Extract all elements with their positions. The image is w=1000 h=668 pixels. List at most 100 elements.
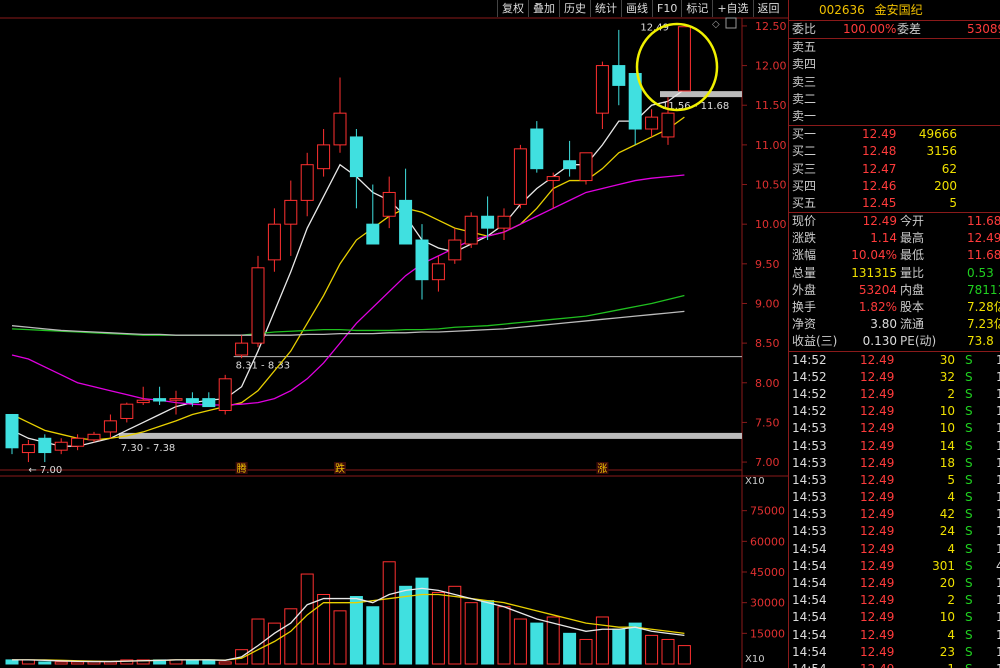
tick-count: 1 — [996, 627, 1000, 644]
volume-bar — [333, 610, 347, 665]
candle-body — [54, 441, 68, 451]
sell-level-row: 卖一 — [789, 108, 1000, 125]
tick-side: S — [965, 627, 973, 642]
candle-body — [71, 437, 85, 447]
tick-list[interactable]: 14:5212.4930S114:5212.4932S114:5212.492S… — [789, 350, 1000, 668]
buy-level-volume: 49666 — [918, 127, 957, 142]
tick-count: 1 — [996, 386, 1000, 403]
buy-level-volume: 3156 — [926, 144, 957, 159]
quote-label-2: 内盘 — [900, 282, 925, 297]
quote-value: 1.82% — [858, 300, 897, 314]
quote-value: 131315 — [851, 265, 897, 280]
tick-price: 12.49 — [860, 661, 894, 668]
tick-volume: 2 — [947, 386, 955, 401]
tick-side: S — [965, 472, 973, 487]
tick-row: 14:53 12.49 5S 1 — [789, 472, 1000, 489]
tick-count: 1 — [996, 523, 1000, 540]
tick-price: 12.49 — [860, 490, 895, 505]
buy-level-price: 12.48 — [862, 144, 897, 159]
quote-value-2: 73.8 — [967, 334, 994, 349]
volume-bar — [513, 618, 527, 665]
toolbar-button-4[interactable]: 画线 — [621, 0, 652, 17]
tick-time: 14:54 — [792, 661, 827, 668]
quote-label-2: 流通 — [900, 317, 925, 332]
tick-volume: 14 — [939, 438, 955, 453]
tick-price: 12.49 — [860, 455, 895, 470]
quote-value-2: 11.68 — [967, 214, 1000, 229]
buy-level-label: 买三 — [792, 161, 817, 176]
quote-stats: 现价 12.49 今开 11.68 涨跌 1.14 最高 12.49 涨幅 10.04% 最低 11.… — [789, 212, 1000, 351]
volume-bar — [497, 606, 511, 665]
volume-bar — [645, 634, 659, 665]
quote-label: 外盘 — [792, 282, 817, 297]
tick-count: 1 — [996, 352, 1000, 369]
sell-level-label: 卖三 — [792, 74, 817, 89]
buy-level-row: 买一 12.49 49666 — [789, 126, 1000, 143]
tick-side: S — [965, 352, 973, 367]
tick-time: 14:53 — [792, 507, 827, 522]
tick-time: 14:53 — [792, 455, 827, 470]
volume-bar — [103, 661, 117, 665]
kline-chart[interactable]: 7.30 - 7.388.31 - 8.3311.56 - 11.68 12.5… — [0, 0, 788, 668]
candle-body — [333, 112, 347, 146]
quote-label: 收益(三) — [792, 334, 838, 349]
quote-row: 净资 3.80流通 7.23亿 — [789, 316, 1000, 333]
volume-unit-label: X10 — [745, 476, 765, 487]
tick-time: 14:54 — [792, 541, 827, 556]
buy-level-label: 买二 — [792, 144, 817, 159]
quote-value-2: 78111 — [967, 282, 1000, 297]
tick-volume: 4 — [947, 627, 955, 642]
quote-value: 3.80 — [870, 317, 897, 332]
candle-body — [382, 191, 396, 217]
volume-bar — [38, 661, 52, 665]
candle-body — [431, 263, 445, 281]
quote-label: 总量 — [792, 265, 817, 280]
toolbar-button-8[interactable]: 返回 — [752, 0, 784, 17]
price-tick-label: 7.50 — [755, 416, 780, 429]
weibi-label: 委比 — [792, 22, 817, 36]
toolbar-button-6[interactable]: 标记 — [681, 0, 713, 17]
tick-price: 12.49 — [860, 644, 895, 659]
candle-body — [103, 420, 117, 433]
toolbar-button-1[interactable]: 叠加 — [528, 0, 559, 17]
tick-volume: 30 — [939, 352, 955, 367]
diamond-icon: ◇ — [712, 19, 720, 30]
sell-orders: 卖五 卖四 卖三 卖二 卖一 — [789, 38, 1000, 125]
tick-volume: 20 — [939, 576, 955, 590]
quote-value-2: 7.28亿 — [967, 300, 1000, 314]
tick-row: 14:54 12.49 10 S 1 — [789, 609, 1000, 626]
candle-body — [317, 144, 331, 170]
sell-level-row: 卖五 — [789, 39, 1000, 56]
volume-bar — [448, 585, 462, 665]
quote-row: 总量 131315 量比 0.53 — [789, 265, 1000, 282]
quote-label-2: 最低 — [900, 248, 925, 263]
tick-volume: 4 — [947, 490, 955, 505]
tick-price: 12.49 — [860, 507, 895, 522]
sell-level-label: 卖一 — [792, 108, 817, 123]
toolbar-button-3[interactable]: 统计 — [590, 0, 621, 17]
tick-side: S — [965, 455, 973, 470]
stock-code: 002636 — [819, 3, 865, 17]
ma-line-ma5 — [11, 88, 685, 447]
tick-count: 1 — [996, 489, 1000, 506]
volume-bar — [54, 661, 68, 665]
toolbar-button-2[interactable]: 历史 — [559, 0, 590, 17]
ma-line-ma60 — [11, 294, 685, 336]
quote-label-2: 量比 — [900, 265, 925, 280]
tick-count: 4 — [996, 558, 1000, 575]
candle-body — [300, 164, 314, 201]
buy-level-volume: 5 — [949, 195, 957, 210]
tick-side: S — [965, 404, 973, 419]
tick-count: 1 — [996, 644, 1000, 661]
price-tick-label: 8.50 — [755, 337, 780, 350]
tick-time: 14:53 — [792, 472, 827, 487]
price-tick-label: 11.00 — [755, 139, 787, 152]
volume-bar — [218, 661, 232, 665]
buy-level-label: 买一 — [792, 127, 817, 142]
tick-time: 14:54 — [792, 558, 827, 573]
toolbar-button-5[interactable]: F10 — [652, 0, 682, 17]
tick-row: 14:52 12.49 30 S 1 — [789, 352, 1000, 369]
weicha-label: 委差 — [897, 22, 922, 36]
toolbar-button-7[interactable]: +自选 — [712, 0, 753, 17]
toolbar-button-0[interactable]: 复权 — [497, 0, 528, 17]
